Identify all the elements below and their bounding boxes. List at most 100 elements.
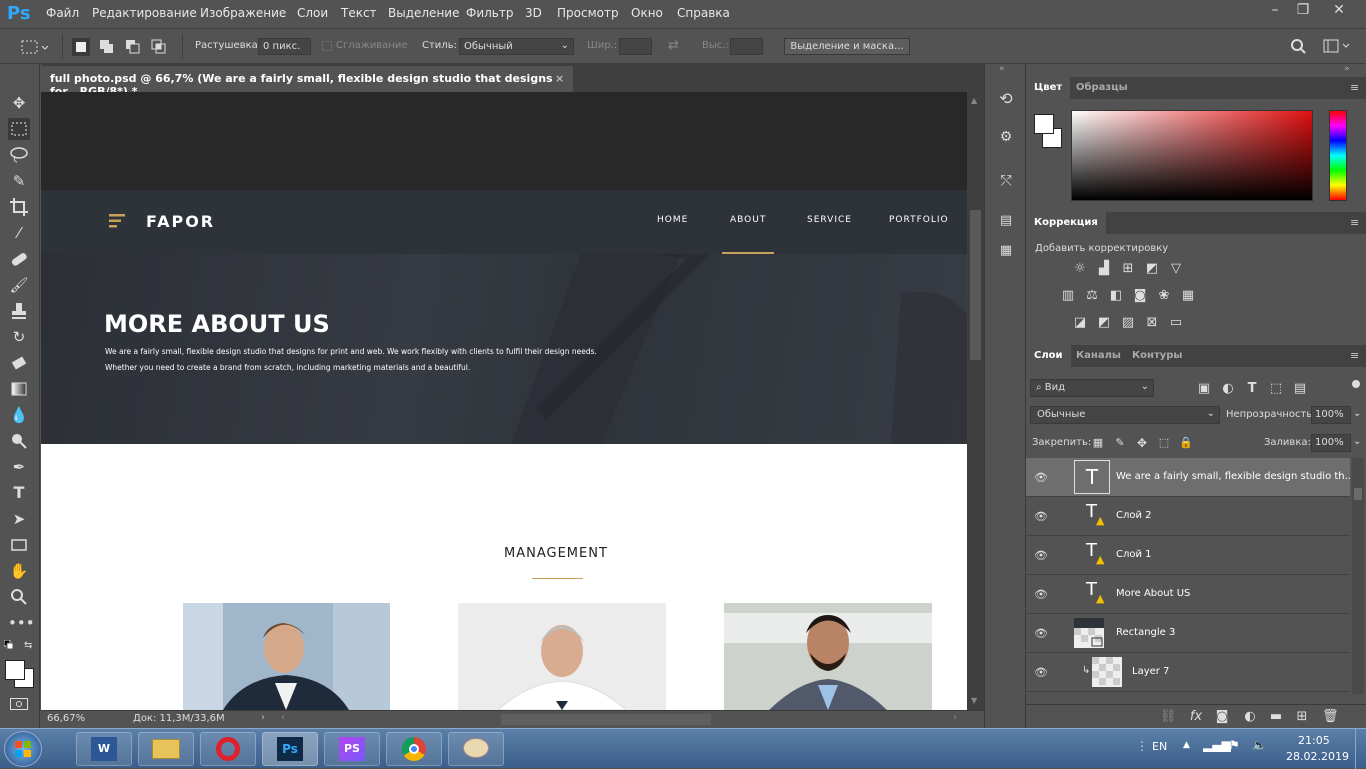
swap-colors-icon[interactable]: ⇆ (24, 640, 32, 651)
lock-artboard-icon[interactable]: ⬚ (1156, 436, 1172, 450)
filter-pixel-icon[interactable]: ▣ (1196, 382, 1212, 396)
filter-toggle[interactable] (1352, 380, 1360, 388)
show-desktop-button[interactable] (1355, 729, 1366, 769)
marquee-tool-preset-icon[interactable] (20, 38, 50, 56)
add-mask-icon[interactable]: ◙ (1214, 710, 1230, 724)
vertical-scroll-thumb[interactable] (970, 210, 981, 360)
panel-menu-icon[interactable]: ≡ (1350, 81, 1359, 94)
tab-swatches[interactable]: Образцы (1068, 77, 1136, 99)
vibrance-icon[interactable]: ▽ (1168, 262, 1184, 276)
network-icon[interactable]: ▂▄▆ (1203, 738, 1231, 752)
photoshop-taskbar-icon[interactable]: Ps (262, 732, 318, 766)
new-group-icon[interactable]: ▬ (1268, 710, 1284, 724)
pen-tool-icon[interactable]: ✒ (8, 456, 30, 478)
history-brush-tool-icon[interactable]: ↻ (8, 326, 30, 348)
tab-channels[interactable]: Каналы (1068, 345, 1129, 367)
menu-window[interactable]: Окно (631, 6, 663, 20)
width-input[interactable] (619, 38, 652, 55)
move-tool-icon[interactable]: ✥ (8, 92, 30, 114)
filter-shape-icon[interactable]: ⬚ (1268, 382, 1284, 396)
black-white-icon[interactable]: ◧ (1108, 289, 1124, 303)
menu-layers[interactable]: Слои (297, 6, 328, 20)
layer-row[interactable]: 👁 T We are a fairly small, flexible desi… (1026, 458, 1350, 497)
filter-adjustment-icon[interactable]: ◐ (1220, 382, 1236, 396)
quick-mask-icon[interactable] (10, 698, 28, 710)
tab-layers[interactable]: Слои (1026, 345, 1071, 367)
foreground-color-swatch[interactable] (5, 660, 25, 680)
start-button[interactable] (4, 731, 42, 767)
select-and-mask-button[interactable]: Выделение и маска... (784, 38, 910, 55)
layer-name[interactable]: Layer 7 (1132, 666, 1169, 677)
add-selection-icon[interactable] (98, 38, 116, 56)
default-colors-icon[interactable] (3, 639, 14, 650)
language-indicator[interactable]: EN (1152, 740, 1167, 753)
new-selection-icon[interactable] (72, 38, 90, 56)
scroll-left-icon[interactable]: ‹ (281, 712, 285, 723)
status-menu-arrow-icon[interactable]: › (261, 712, 265, 723)
brush-tool-icon[interactable]: 🖌 (8, 274, 30, 296)
selective-color-icon[interactable]: ⊠ (1144, 316, 1160, 330)
explorer-taskbar-icon[interactable] (138, 732, 194, 766)
tab-paths[interactable]: Контуры (1124, 345, 1190, 367)
dodge-tool-icon[interactable] (8, 430, 30, 452)
lock-all-icon[interactable]: 🔒 (1178, 436, 1194, 450)
gradient-tool-icon[interactable] (8, 378, 30, 400)
clone-stamp-tool-icon[interactable] (8, 300, 30, 322)
new-layer-icon[interactable]: ⊞ (1294, 710, 1310, 724)
layer-row[interactable]: 👁 T ▲ More About US (1026, 575, 1350, 614)
workspace-icon[interactable] (1323, 39, 1351, 53)
height-input[interactable] (730, 38, 763, 55)
layers-menu-icon[interactable]: ≡ (1350, 349, 1359, 362)
invert-icon[interactable]: ◪ (1072, 316, 1088, 330)
lasso-tool-icon[interactable] (8, 144, 30, 166)
feather-input[interactable]: 0 пикс. (258, 38, 311, 55)
threshold-icon[interactable]: ▨ (1120, 316, 1136, 330)
exposure-icon[interactable]: ◩ (1144, 262, 1160, 276)
history-panel-icon[interactable]: ⟲ (998, 91, 1014, 107)
opacity-input[interactable]: 100% (1311, 406, 1351, 424)
link-layers-icon[interactable]: ⛓ (1160, 710, 1177, 724)
document-tab[interactable]: full photo.psd @ 66,7% (We are a fairly … (41, 66, 573, 98)
hue-slider[interactable] (1329, 110, 1347, 201)
paint-taskbar-icon[interactable] (448, 732, 504, 766)
collapse-right-icon[interactable]: » (1344, 64, 1350, 74)
menu-image[interactable]: Изображение (200, 6, 286, 20)
crop-tool-icon[interactable] (8, 196, 30, 218)
action-center-flag-icon[interactable]: ⚑ (1229, 738, 1240, 752)
menu-select[interactable]: Выделение (388, 6, 459, 20)
delete-layer-icon[interactable]: 🗑 (1322, 710, 1339, 724)
opera-taskbar-icon[interactable] (200, 732, 256, 766)
minimize-icon[interactable]: – (1262, 2, 1288, 20)
fill-input[interactable]: 100% (1311, 434, 1351, 452)
clock-date[interactable]: 28.02.2019 (1286, 750, 1349, 763)
eraser-tool-icon[interactable] (8, 352, 30, 374)
more-tools-icon[interactable]: ••• (8, 612, 35, 634)
filter-type-icon[interactable]: T (1244, 382, 1260, 396)
tab-adjustments[interactable]: Коррекция (1026, 212, 1106, 234)
layers-scroll-thumb[interactable] (1354, 488, 1362, 500)
new-adjustment-icon[interactable]: ◐ (1242, 710, 1258, 724)
canvas-vertical-scrollbar[interactable]: ▲ ▼ (967, 92, 984, 710)
layer-comps-icon[interactable]: ▤ (998, 214, 1014, 228)
horizontal-scroll-thumb[interactable] (501, 714, 711, 725)
properties-panel-icon[interactable]: ⚙ (998, 130, 1014, 144)
scroll-down-icon[interactable]: ▼ (971, 696, 977, 705)
restore-icon[interactable]: ❐ (1290, 2, 1316, 20)
document-canvas[interactable]: FAPOR HOME ABOUT SERVICE PORTFOLIO MORE … (41, 92, 967, 710)
photo-filter-icon[interactable]: ◙ (1132, 289, 1148, 303)
brightness-icon[interactable]: ☼ (1072, 262, 1088, 276)
quick-selection-tool-icon[interactable]: ✎ (8, 170, 30, 192)
rectangle-tool-icon[interactable] (8, 534, 30, 556)
fill-dropdown-icon[interactable]: ⌄ (1353, 436, 1361, 447)
visibility-eye-icon[interactable]: 👁 (1034, 588, 1048, 601)
layer-name[interactable]: Rectangle 3 (1116, 627, 1175, 638)
layer-name[interactable]: More About US (1116, 588, 1190, 599)
layer-row[interactable]: 👁 T ▲ Слой 2 (1026, 497, 1350, 536)
curves-icon[interactable]: ⊞ (1120, 262, 1136, 276)
scroll-right-icon[interactable]: › (953, 712, 957, 723)
lock-position-icon[interactable]: ✥ (1134, 436, 1150, 450)
color-field[interactable] (1071, 110, 1313, 201)
fx-icon[interactable]: fx (1188, 710, 1204, 724)
blur-tool-icon[interactable]: 💧 (8, 404, 30, 426)
style-select[interactable]: Обычный ⌄ (459, 38, 574, 55)
